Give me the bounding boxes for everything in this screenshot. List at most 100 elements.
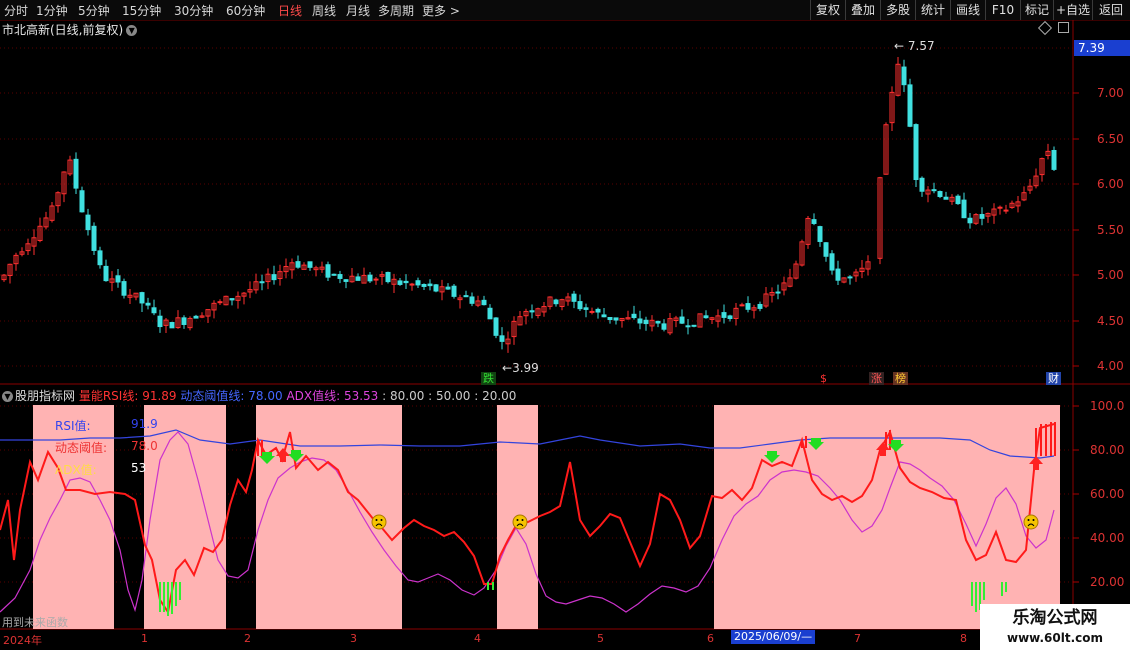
add-watchlist-button[interactable]: +自选 — [1053, 0, 1092, 20]
sad-face-icon — [512, 514, 528, 530]
candle-body — [709, 317, 715, 320]
candle-body — [403, 280, 409, 284]
settings-diamond-icon[interactable] — [1037, 20, 1053, 36]
candle-body — [31, 237, 37, 247]
overlay-button[interactable]: 叠加 — [845, 0, 880, 20]
watermark-logo: 乐淘公式网 www.60lt.com — [980, 604, 1130, 650]
candle-body — [211, 302, 217, 311]
candle-body — [895, 63, 901, 96]
candle-body — [457, 297, 463, 301]
signal-zone — [256, 405, 402, 629]
indicator-name[interactable]: 股朋指标网 — [15, 389, 75, 403]
candle-body — [493, 317, 499, 336]
legend-threshold-label: 动态阈值: — [55, 441, 108, 455]
sell-arrow-icon — [888, 440, 904, 452]
candle-body — [607, 317, 613, 321]
tag-dollar[interactable]: $ — [818, 372, 829, 385]
maximize-icon[interactable] — [1058, 22, 1069, 33]
candle-body — [643, 319, 649, 325]
candle-body — [193, 315, 199, 319]
mark-button[interactable]: 标记 — [1020, 0, 1053, 20]
chevron-down-icon[interactable]: ▼ — [2, 391, 13, 402]
stock-name-label: 市北高新(日线,前复权) — [2, 23, 124, 37]
sad-face-eye — [521, 519, 524, 521]
candle-body — [229, 298, 235, 301]
candle-body — [685, 325, 691, 328]
tab-1min[interactable]: 1分钟 — [36, 2, 68, 19]
candle-body — [955, 195, 961, 205]
watermark-url: www.60lt.com — [1006, 631, 1104, 645]
candle-body — [13, 254, 19, 265]
candle-body — [763, 293, 769, 307]
candle-body — [973, 214, 979, 224]
statistics-button[interactable]: 统计 — [915, 0, 950, 20]
candle-body — [679, 316, 685, 324]
candle-body — [787, 277, 793, 287]
candle-body — [997, 206, 1003, 209]
tab-fenshi[interactable]: 分时 — [4, 2, 28, 19]
tag-list[interactable]: 榜 — [893, 372, 908, 385]
buy-arrow-icon — [876, 442, 890, 456]
fuquan-button[interactable]: 复权 — [810, 0, 845, 20]
tab-monthly[interactable]: 月线 — [346, 2, 370, 19]
candle-body — [775, 291, 781, 294]
chevron-down-icon[interactable]: ▼ — [126, 25, 138, 36]
candle-body — [409, 283, 415, 286]
tag-drop[interactable]: 跌 — [481, 372, 496, 385]
candle-body — [547, 296, 553, 307]
candle-body — [733, 307, 739, 319]
tag-finance[interactable]: 财 — [1046, 372, 1061, 385]
candle-body — [331, 273, 337, 276]
tab-more[interactable]: 更多 > — [422, 2, 460, 19]
back-button[interactable]: 返回 — [1092, 0, 1129, 20]
y-tick-main: 4.50 — [1097, 314, 1124, 328]
y-tick-main: 5.50 — [1097, 223, 1124, 237]
tab-15min[interactable]: 15分钟 — [122, 2, 161, 19]
y-tick-indicator: 20.00 — [1090, 575, 1125, 589]
sell-arrow-icon — [808, 438, 824, 450]
y-tick-main: 5.00 — [1097, 268, 1124, 282]
candle-body — [985, 212, 991, 217]
candle-body — [175, 317, 181, 329]
candle-body — [625, 317, 631, 320]
candle-body — [247, 289, 253, 293]
tab-multi-period[interactable]: 多周期 — [378, 2, 414, 19]
tab-5min[interactable]: 5分钟 — [78, 2, 110, 19]
candle-body — [739, 304, 745, 307]
candle-body — [109, 278, 115, 283]
future-function-note: 用到未来函数 — [2, 616, 68, 629]
candle-body — [565, 296, 571, 302]
candle-body — [889, 91, 895, 124]
candle-body — [745, 303, 751, 310]
candle-body — [337, 274, 343, 279]
y-tick-indicator: 40.00 — [1090, 531, 1125, 545]
candle-body — [919, 177, 925, 192]
tab-30min[interactable]: 30分钟 — [174, 2, 213, 19]
candle-body — [757, 303, 763, 309]
candle-body — [793, 263, 799, 279]
y-tick-main: 6.50 — [1097, 132, 1124, 146]
candle-body — [949, 196, 955, 202]
multi-stock-button[interactable]: 多股 — [880, 0, 915, 20]
draw-line-button[interactable]: 画线 — [950, 0, 985, 20]
tag-rise[interactable]: 涨 — [869, 372, 884, 385]
candle-body — [313, 267, 319, 271]
candle-body — [307, 261, 313, 268]
buy-arrow-icon — [276, 448, 290, 462]
adx-line — [0, 431, 1055, 613]
tab-daily[interactable]: 日线 — [278, 2, 302, 19]
candle-body — [325, 264, 331, 278]
candle-body — [463, 295, 469, 298]
candle-body — [127, 294, 133, 298]
candle-body — [91, 225, 97, 251]
candle-body — [817, 226, 823, 242]
tab-60min[interactable]: 60分钟 — [226, 2, 265, 19]
candle-body — [145, 302, 151, 306]
candle-body — [415, 280, 421, 286]
tab-weekly[interactable]: 周线 — [312, 2, 336, 19]
sell-arrow-icon — [259, 452, 275, 464]
f10-button[interactable]: F10 — [985, 0, 1020, 20]
candle-body — [85, 214, 91, 231]
candle-body — [19, 251, 25, 255]
candle-body — [943, 196, 949, 200]
